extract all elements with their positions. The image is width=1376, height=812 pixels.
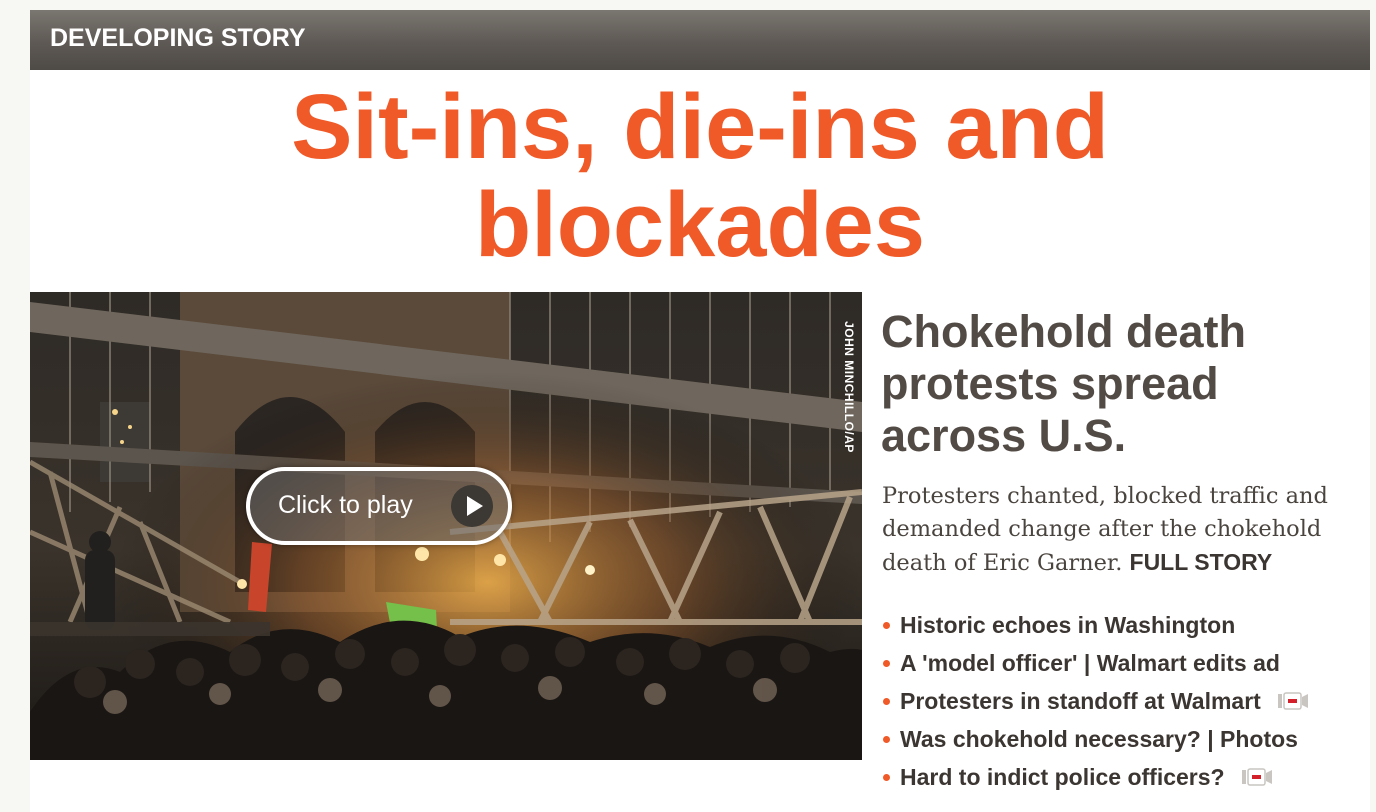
play-icon <box>451 485 493 527</box>
full-story-link[interactable]: FULL STORY <box>1130 549 1273 575</box>
photo-credit-text: JOHN MINCHILLO/AP <box>842 321 856 453</box>
related-link[interactable]: Historic echoes in Washington <box>900 612 1235 638</box>
banner-label: DEVELOPING STORY <box>50 24 306 52</box>
video-icon <box>1242 768 1272 786</box>
story-title-line-2[interactable]: protests spread <box>881 358 1219 409</box>
story-title-line-1[interactable]: Chokehold death <box>881 306 1246 357</box>
story-summary: Protesters chanted, blocked traffic and … <box>882 480 1352 580</box>
photo-credit: JOHN MINCHILLO/AP <box>836 302 862 472</box>
related-link[interactable]: Hard to indict police officers? <box>900 764 1225 790</box>
developing-story-banner: DEVELOPING STORY <box>30 10 1370 70</box>
main-headline[interactable]: Sit-ins, die-ins and blockades <box>30 78 1370 274</box>
story-title-line-3[interactable]: across U.S. <box>881 410 1126 461</box>
story-headline[interactable]: Chokehold death protests spread across U… <box>881 306 1361 462</box>
headline-line-1[interactable]: Sit-ins, die-ins and <box>291 76 1109 178</box>
video-icon <box>1278 692 1309 710</box>
related-link-item[interactable]: Was chokehold necessary? | Photos <box>880 720 1360 758</box>
bullet-icon <box>883 660 890 667</box>
click-to-play-button[interactable]: Click to play <box>246 467 512 545</box>
related-link[interactable]: A 'model officer' | Walmart edits ad <box>900 650 1280 676</box>
related-link-item[interactable]: A 'model officer' | Walmart edits ad <box>880 644 1360 682</box>
play-button-label: Click to play <box>278 491 413 519</box>
bullet-icon <box>883 736 890 743</box>
related-link[interactable]: Protesters in standoff at Walmart <box>900 688 1261 714</box>
related-links-list: Historic echoes in Washington A 'model o… <box>880 606 1360 796</box>
related-link[interactable]: Was chokehold necessary? | Photos <box>900 726 1298 752</box>
bullet-icon <box>883 698 890 705</box>
bullet-icon <box>883 622 890 629</box>
bullet-icon <box>883 774 890 781</box>
related-link-item[interactable]: Hard to indict police officers? <box>880 758 1360 796</box>
news-module: DEVELOPING STORY Sit-ins, die-ins and bl… <box>30 10 1370 812</box>
headline-line-2[interactable]: blockades <box>475 174 925 276</box>
related-link-item[interactable]: Historic echoes in Washington <box>880 606 1360 644</box>
related-link-item[interactable]: Protesters in standoff at Walmart <box>880 682 1360 720</box>
